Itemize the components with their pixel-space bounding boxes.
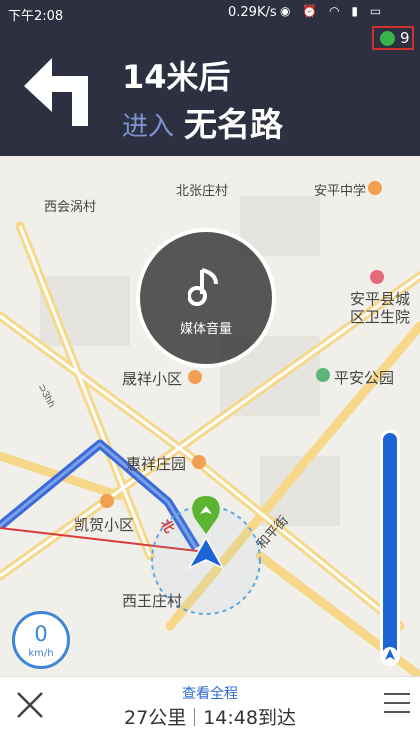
network-icon: ◉ [280,4,295,18]
map-label-north-zhangzhuang: 北张庄村 [176,184,229,199]
signal-icon: ▮ [351,4,363,18]
wifi-icon: ◠ [329,4,344,18]
media-volume-label: 媒体音量 [179,322,232,337]
distance-remaining: 27公里 [124,707,187,729]
satellite-count: 9 [400,29,410,47]
route-progress-fill [383,433,397,663]
school-icon [368,181,382,195]
menu-icon[interactable] [384,693,410,715]
route-progress-bar [380,430,400,666]
map-view[interactable]: ⊃3hh 北张庄村 安平中学 西会涡村 安平县城 区卫生院 晟祥小区 平安公园 … [0,156,420,676]
battery-icon: ▭ [369,4,386,18]
media-volume-control[interactable]: 媒体音量 [136,228,276,368]
park-icon [316,368,330,382]
status-icons: ◉ ⏰ ◠ ▮ ▭ [280,4,385,18]
status-time: 下午2:08 [8,9,64,24]
speed-unit: km/h [28,648,54,659]
network-speed: 0.29K/s [228,5,277,20]
map-label-shengxiang: 晟祥小区 [122,370,183,388]
bottom-bar: 查看全程 27公里 14:48到达 [0,676,420,734]
current-speed: 0 [34,622,48,646]
road-name: 无名路 [184,105,283,144]
turn-action: 进入 [122,112,175,142]
map-label-xihuiwo: 西会涡村 [44,200,97,215]
route-summary: 27公里 14:48到达 [0,703,420,730]
map-label-kaihe: 凯贺小区 [74,516,135,534]
residential-icon [188,370,202,384]
map-label-huixiang: 惠祥庄园 [126,455,187,473]
progress-car-icon [382,647,398,663]
map-label-health-center: 区卫生院 [350,308,411,326]
turn-distance: 14米后 [122,58,231,96]
turn-left-icon [24,58,88,126]
navigation-header: 14米后 进入 无名路 9 [0,26,420,156]
map-label-pingan-park: 平安公园 [334,369,395,387]
status-bar: 下午2:08 0.29K/s ◉ ⏰ ◠ ▮ ▭ [0,0,420,26]
eta: 14:48到达 [203,707,296,729]
hospital-icon [370,270,384,284]
summary-divider [194,708,196,726]
music-note-icon [188,268,218,306]
view-full-route-link[interactable]: 查看全程 [0,683,420,703]
residential-icon [100,494,114,508]
residential-icon [192,455,206,469]
map-label-xiwangzhuang: 西王庄村 [122,592,183,610]
speedometer: 0 km/h [12,611,70,669]
gps-indicator[interactable]: 9 [372,26,414,50]
satellite-icon [380,31,395,46]
map-label-anping-middle-school: 安平中学 [314,184,367,199]
alarm-icon: ⏰ [302,4,322,18]
